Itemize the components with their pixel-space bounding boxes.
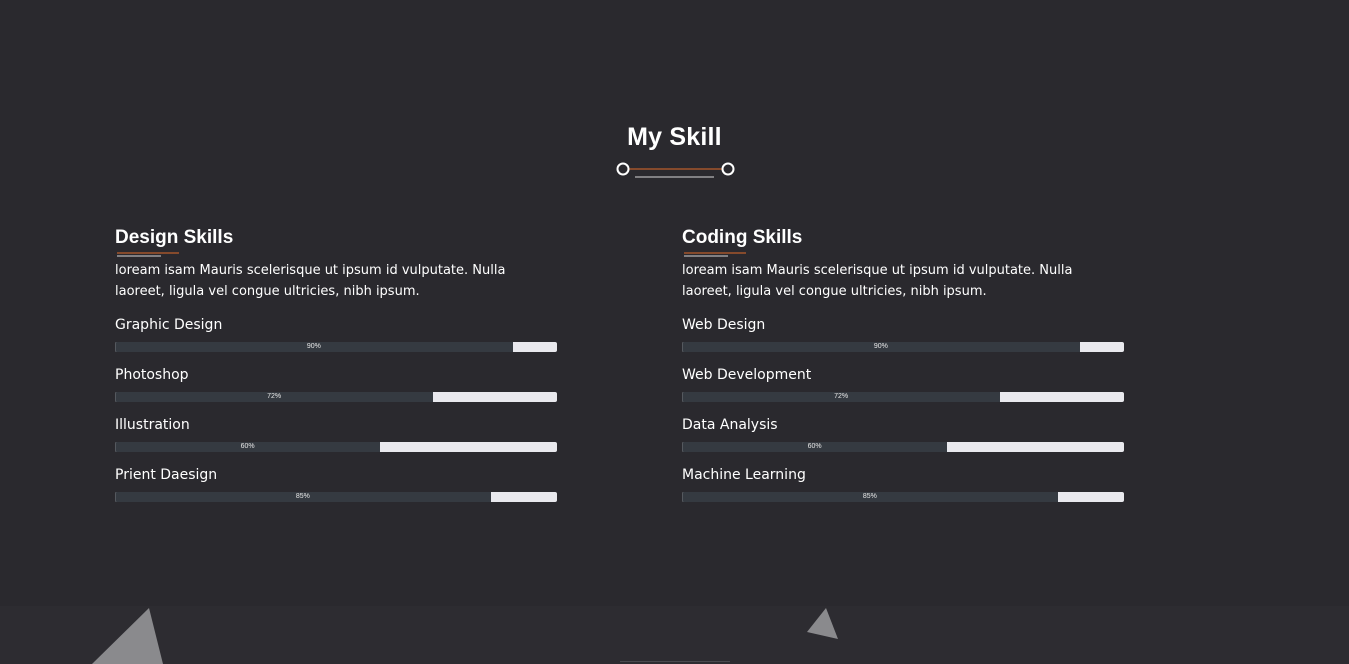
skill-name: Web Development [682,367,812,383]
skill-item: Illustration 60% [115,416,557,452]
skill-name: Illustration [115,417,190,433]
coding-title-underline [684,252,746,257]
coding-skills-column: Coding Skills loream isam Mauris sceleri… [682,226,1124,502]
skill-name: Graphic Design [115,317,223,333]
decorative-triangle-icon [807,608,838,639]
skill-progress-bar: 90% [115,342,557,352]
title-divider-icon [616,162,735,178]
design-skills-description: loream isam Mauris scelerisque ut ipsum … [115,263,506,299]
skill-percent-label: 72% [834,393,849,400]
skill-percent-label: 85% [295,493,310,500]
skill-percent-label: 90% [306,343,321,350]
design-skills-title: Design Skills [115,227,234,248]
skill-progress-bar: 72% [682,392,1124,402]
skill-item: Photoshop 72% [115,366,557,402]
section-title: My Skill [627,123,722,151]
skill-percent-label: 60% [240,443,255,450]
skill-name: Web Design [682,317,766,333]
skill-percent-label: 60% [807,443,822,450]
skill-percent-label: 85% [862,493,877,500]
skill-progress-bar: 90% [682,342,1124,352]
skill-item: Data Analysis 60% [682,416,1124,452]
skill-percent-label: 72% [267,393,282,400]
skill-item: Web Development 72% [682,366,1124,402]
skill-name: Data Analysis [682,417,778,433]
decorative-triangle-icon [92,608,163,664]
design-skills-column: Design Skills loream isam Mauris sceleri… [115,226,557,502]
skill-progress-bar: 85% [682,492,1124,502]
skill-item: Prient Daesign 85% [115,466,557,502]
skill-name: Machine Learning [682,467,806,483]
coding-skills-description: loream isam Mauris scelerisque ut ipsum … [682,263,1073,299]
skill-progress-bar: 60% [115,442,557,452]
design-title-underline [117,252,179,257]
skill-progress-bar: 60% [682,442,1124,452]
skills-section: My Skill Design Skills loream isam Mauri… [0,0,1349,606]
skill-item: Graphic Design 90% [115,316,557,352]
footer-divider [620,661,730,662]
skill-percent-label: 90% [873,343,888,350]
skill-progress-bar: 72% [115,392,557,402]
coding-skills-title: Coding Skills [682,227,803,248]
skill-item: Web Design 90% [682,316,1124,352]
section-heading-wrap: My Skill [0,118,1349,156]
skill-item: Machine Learning 85% [682,466,1124,502]
footer-strip [0,606,1349,664]
skill-name: Photoshop [115,367,189,383]
skill-name: Prient Daesign [115,467,218,483]
skill-progress-bar: 85% [115,492,557,502]
